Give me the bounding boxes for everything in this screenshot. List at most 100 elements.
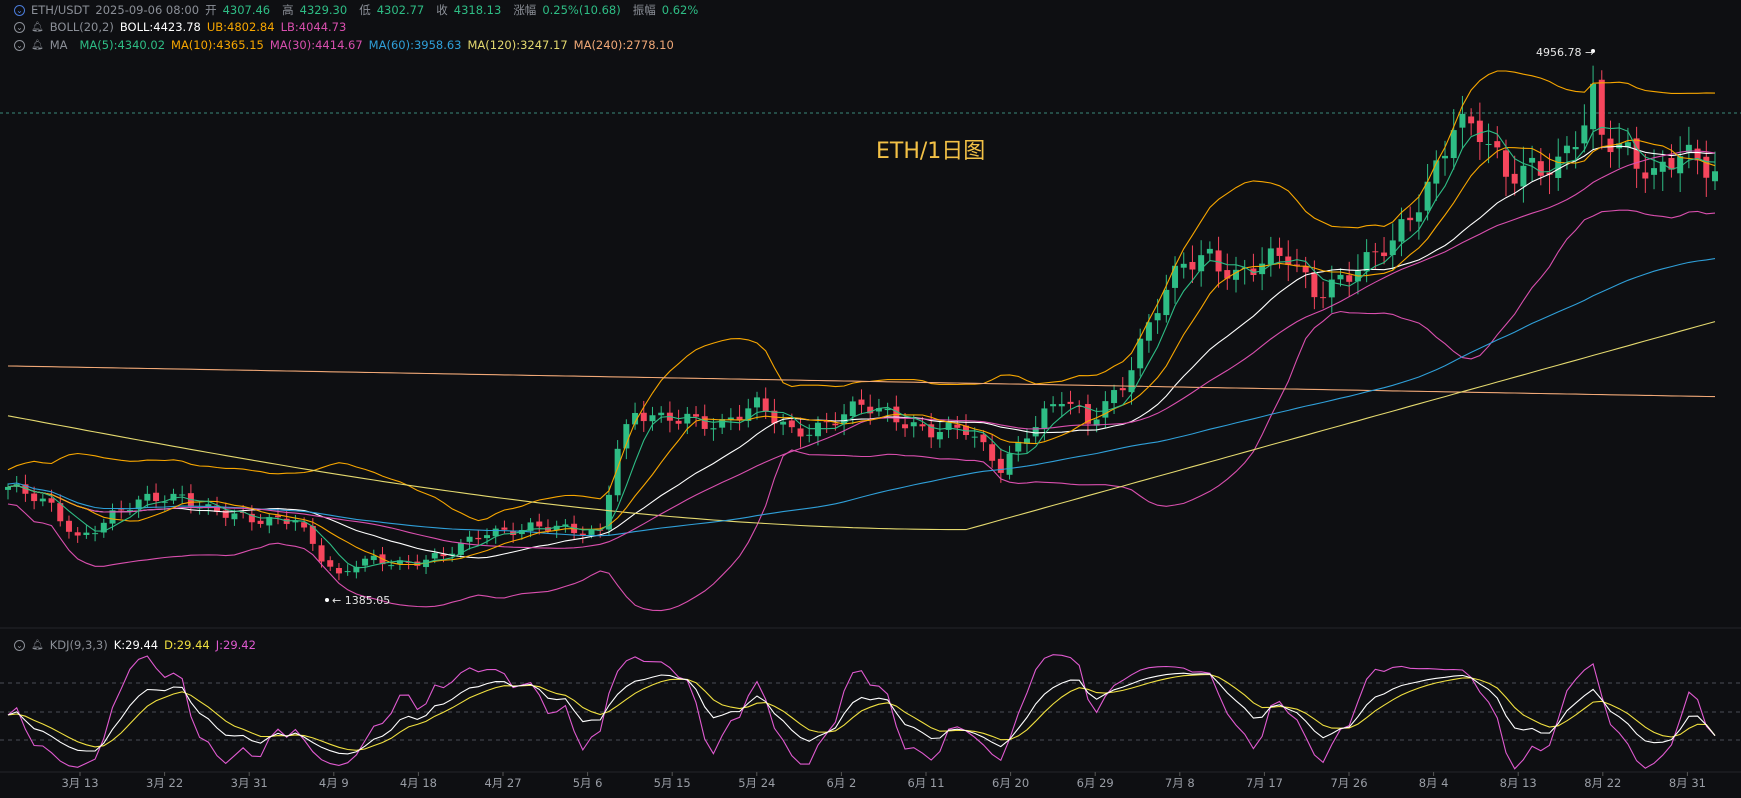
candle-body: [1642, 172, 1649, 179]
bell-icon[interactable]: 🔔︎: [31, 640, 44, 651]
x-tick-label: 3月 31: [231, 776, 268, 790]
boll-lb-value: LB:4044.73: [280, 20, 347, 34]
ma10-line: [7, 139, 1716, 566]
bell-icon[interactable]: 🔔︎: [31, 40, 44, 51]
kdj-k-line: [7, 672, 1716, 755]
x-tick-label: 6月 20: [992, 776, 1029, 790]
x-tick-label: 8月 13: [1500, 776, 1537, 790]
ma30-value: MA(30):4414.67: [269, 38, 363, 52]
candle-body: [48, 498, 55, 503]
candle-body: [954, 424, 961, 428]
candle-body: [1468, 116, 1475, 124]
candle-body: [1485, 143, 1492, 145]
candle-body: [806, 434, 813, 436]
candlestick-chart[interactable]: 3月 13 3月 22 3月 31 4月 9 4月 18 4月 27 5月 6 5月 15 5月…: [0, 0, 1741, 798]
ma120-value: MA(120):3247.17: [467, 38, 568, 52]
candle-body: [1346, 275, 1353, 282]
candle-body: [1494, 141, 1501, 148]
low-price-value: 1385.05: [344, 594, 391, 607]
candle-body: [640, 412, 647, 422]
candle-body: [1363, 252, 1370, 272]
ma10-value: MA(10):4365.15: [171, 38, 264, 52]
ma-name: MA: [49, 38, 68, 52]
kdj-k-value: K:29.44: [113, 638, 159, 652]
candle-body: [492, 528, 499, 537]
boll-mid-line: [7, 145, 1716, 559]
candle-body: [1015, 441, 1022, 452]
candle-body: [536, 521, 543, 527]
x-tick-label: 7月 17: [1246, 776, 1283, 790]
candle-body: [318, 545, 325, 562]
candle-body: [1163, 289, 1170, 316]
chart-watermark: ETH/1日图: [876, 139, 986, 164]
chevron-down-icon[interactable]: ⌄: [14, 639, 25, 651]
candle-body: [788, 420, 795, 428]
candle-body: [858, 399, 865, 405]
candle-body: [1215, 250, 1222, 272]
candle-body: [92, 533, 99, 535]
ma60-value: MA(60):3958.63: [368, 38, 462, 52]
candle-body: [118, 509, 125, 511]
boll-legend: ⌄ 🔔︎ BOLL(20,2) BOLL:4423.78 UB:4802.84 …: [14, 19, 346, 35]
candle-body: [1537, 161, 1544, 176]
candle-body: [274, 515, 281, 518]
candle-body: [501, 527, 508, 530]
candle-body: [1067, 401, 1074, 404]
chevron-down-icon[interactable]: ⌄: [14, 39, 25, 51]
candle-body: [83, 532, 90, 535]
candle-body: [1459, 113, 1466, 128]
candle-body: [74, 532, 81, 536]
ma5-value: MA(5):4340.02: [79, 38, 166, 52]
high-price-tag: 4956.78 →: [1536, 46, 1595, 59]
high-value: 4329.30: [299, 3, 348, 17]
x-tick-label: 6月 11: [907, 776, 944, 790]
candle-body: [153, 492, 160, 502]
candle-body: [849, 401, 856, 417]
low-price-tag: ← 1385.05: [332, 594, 391, 607]
amplitude-label: 振幅: [632, 3, 656, 17]
candle-body: [1189, 261, 1196, 270]
bell-icon[interactable]: 🔔︎: [31, 22, 44, 33]
candle-body: [466, 536, 473, 542]
candle-body: [5, 486, 11, 490]
low-value: 4302.77: [376, 3, 425, 17]
x-tick-label: 4月 18: [400, 776, 437, 790]
candle-body: [39, 498, 46, 502]
candle-body: [370, 555, 377, 561]
candle-body: [1450, 130, 1457, 159]
ohlc-header: ⌄ ETH/USDT 2025-09-06 08:00 开 4307.46 高 43…: [14, 2, 698, 18]
candle-body: [910, 422, 917, 427]
change-label: 涨幅: [513, 3, 537, 17]
candle-body: [1320, 297, 1327, 299]
kdj-d-value: D:29.44: [164, 638, 210, 652]
x-tick-label: 4月 27: [484, 776, 521, 790]
candle-body: [1267, 248, 1274, 265]
candle-body: [1119, 388, 1126, 391]
collapse-chevron-icon[interactable]: ⌄: [14, 4, 25, 16]
high-label: 高: [282, 3, 294, 17]
x-tick-label: 5月 24: [738, 776, 775, 790]
x-tick-label: 8月 22: [1584, 776, 1621, 790]
candle-body: [1311, 272, 1318, 298]
candle-body: [1058, 403, 1065, 407]
ma5-line: [7, 126, 1716, 569]
candle-body: [1502, 150, 1509, 177]
candle-body: [693, 414, 700, 417]
candle-body: [753, 397, 760, 408]
candle-body: [431, 553, 438, 559]
candle-body: [31, 493, 38, 502]
candle-body: [980, 434, 987, 443]
candle-body: [814, 422, 821, 437]
candle-body: [1111, 390, 1118, 404]
candle-body: [1172, 265, 1179, 288]
candle-body: [205, 504, 212, 507]
candle-body: [649, 415, 656, 422]
chevron-down-icon[interactable]: ⌄: [14, 21, 25, 33]
candle-body: [144, 493, 151, 501]
candle-body: [1590, 83, 1597, 130]
candle-body: [1407, 217, 1414, 221]
open-label: 开: [205, 3, 217, 17]
low-label: 低: [359, 3, 371, 17]
datetime-label: 2025-09-06 08:00: [95, 3, 200, 17]
x-tick-label: 4月 9: [319, 776, 349, 790]
